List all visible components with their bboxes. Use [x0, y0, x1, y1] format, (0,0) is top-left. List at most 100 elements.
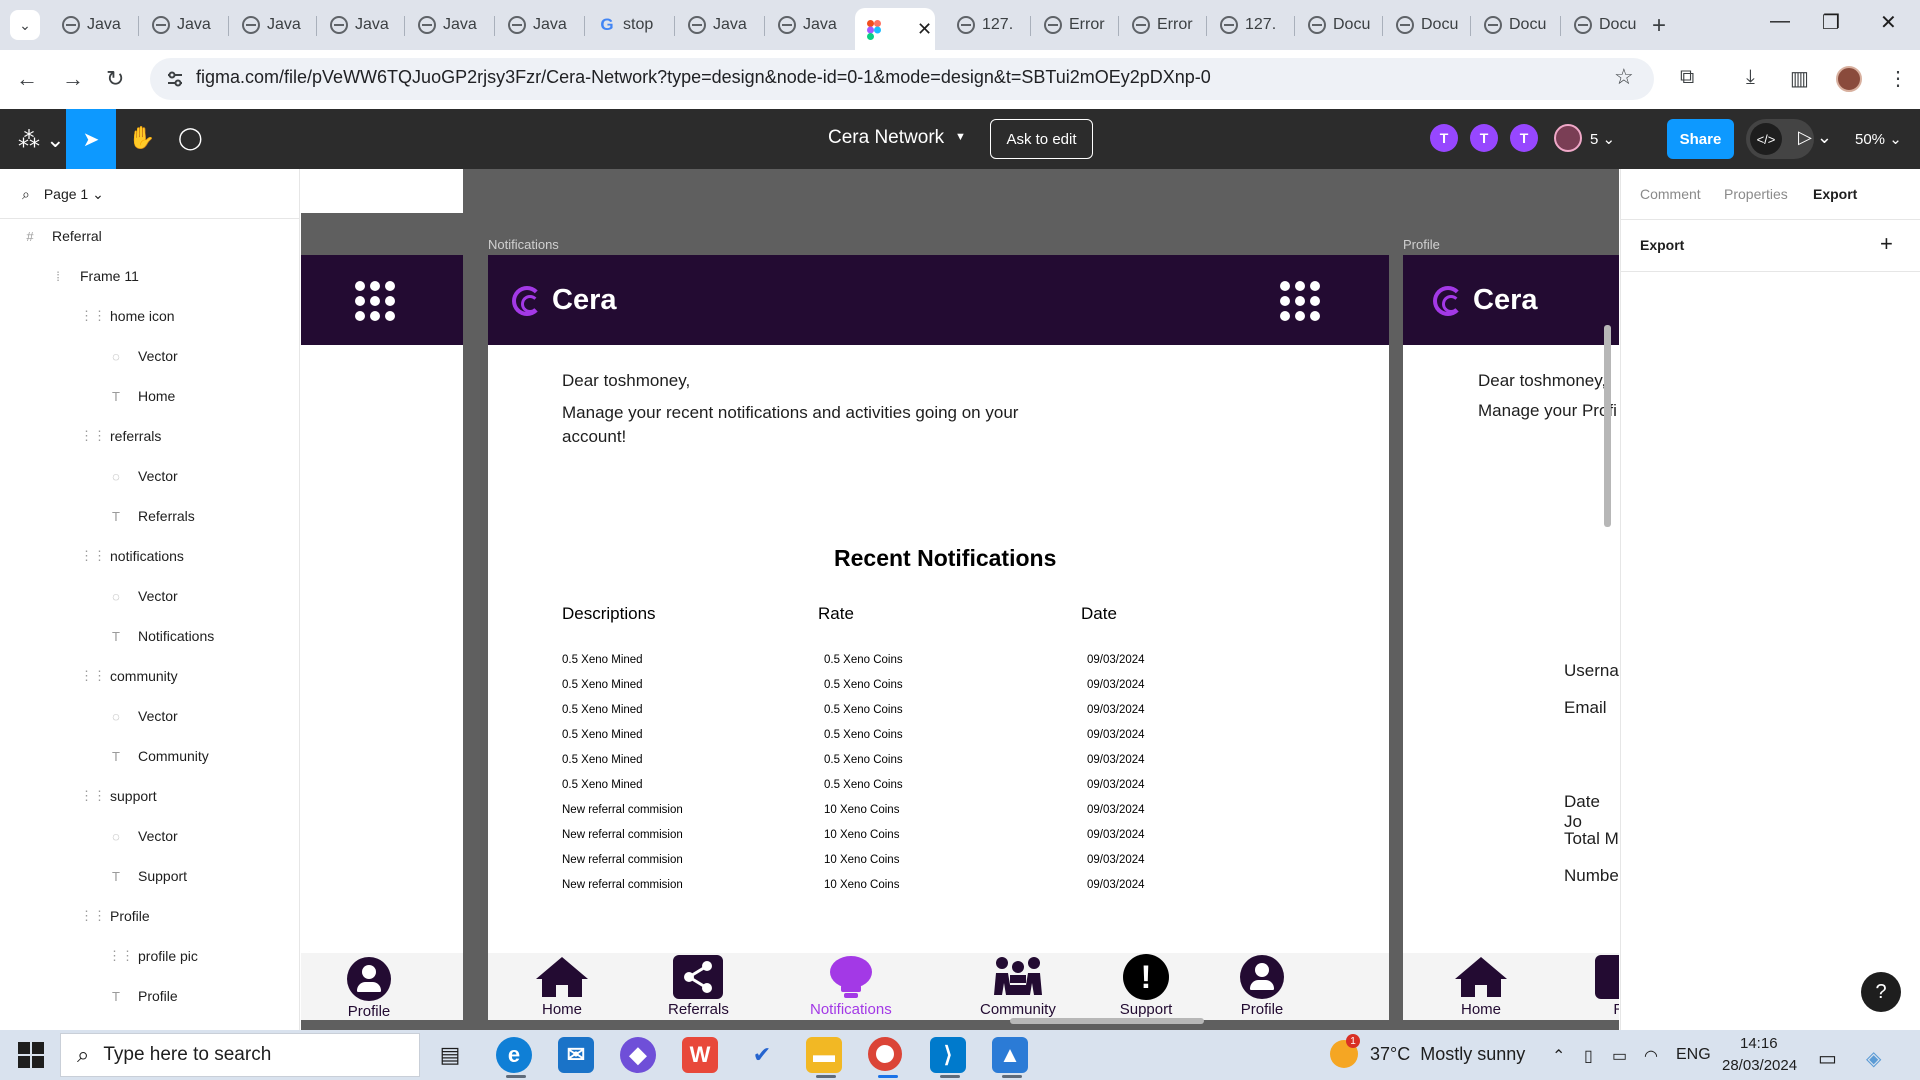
figma-main-menu-icon[interactable]: ⁂ ⌄ [18, 127, 65, 153]
taskbar-search-box[interactable]: ⌕ Type here to search [60, 1033, 420, 1077]
nav-home[interactable]: Home [534, 955, 590, 1018]
ask-to-edit-button[interactable]: Ask to edit [990, 119, 1093, 159]
hand-tool-icon[interactable]: ✋ [128, 125, 155, 151]
vscode-icon[interactable]: ⟩ [930, 1037, 966, 1073]
bookmark-star-icon[interactable]: ☆ [1614, 64, 1634, 90]
reload-button[interactable]: ↻ [106, 66, 124, 92]
copilot-icon[interactable]: ◆ [620, 1037, 656, 1073]
nav-support[interactable]: ! Support [1118, 954, 1174, 1018]
layer-row[interactable]: T Community [108, 748, 209, 764]
close-window-button[interactable]: ✕ [1880, 10, 1897, 35]
layer-row[interactable]: ◌ Vector [108, 828, 178, 844]
layer-row[interactable]: ◌ Vector [108, 588, 178, 604]
clock-time[interactable]: 14:16 [1740, 1035, 1778, 1052]
tab-search-button[interactable]: ⌄ [10, 10, 40, 40]
forward-button[interactable]: → [62, 66, 84, 92]
windows-start-icon[interactable] [18, 1042, 44, 1068]
profile-frame[interactable]: Cera Dear toshmoney, Manage your Profi U… [1403, 255, 1619, 1020]
clock-date[interactable]: 28/03/2024 [1722, 1057, 1797, 1074]
collaborator-avatar[interactable]: T [1430, 124, 1458, 152]
wps-office-icon[interactable]: W [682, 1037, 718, 1073]
copilot-tray-icon[interactable]: ◈ [1866, 1046, 1881, 1071]
tab-export[interactable]: Export [1813, 186, 1857, 202]
browser-tab[interactable]: Docu [1296, 8, 1380, 42]
chevron-up-icon[interactable]: ⌃ [1552, 1046, 1565, 1066]
layer-row[interactable]: ⋮⋮ notifications [80, 548, 184, 564]
close-tab-icon[interactable]: ✕ [917, 19, 932, 40]
browser-tab[interactable]: 127. [1208, 8, 1292, 42]
layer-row[interactable]: ⋮⋮ Profile [80, 908, 150, 924]
todo-icon[interactable]: ✔ [744, 1037, 780, 1073]
frame-label-notifications[interactable]: Notifications [488, 237, 559, 252]
task-view-icon[interactable]: ▤ [432, 1037, 468, 1073]
nav-referrals[interactable]: Referrals [668, 955, 729, 1018]
browser-tab[interactable]: Error [1032, 8, 1116, 42]
nav-referrals[interactable]: Re [1595, 955, 1619, 1018]
search-icon[interactable]: ⌕ [22, 186, 30, 203]
restore-button[interactable]: ❐ [1822, 10, 1840, 35]
layer-row[interactable]: T Home [108, 388, 175, 404]
file-explorer-icon[interactable]: ▬ [806, 1037, 842, 1073]
downloads-icon[interactable]: ⤓ [1746, 66, 1755, 89]
site-settings-icon[interactable] [166, 70, 184, 88]
tab-comment[interactable]: Comment [1640, 186, 1701, 202]
move-tool-icon[interactable]: ➤ [66, 109, 116, 169]
wifi-icon[interactable]: ◠ [1644, 1046, 1658, 1066]
extensions-icon[interactable]: ⧉ [1680, 66, 1694, 89]
side-panel-icon[interactable]: ▥ [1790, 66, 1809, 91]
collaborator-photo-avatar[interactable] [1554, 124, 1582, 152]
device-icon[interactable]: ▯ [1584, 1046, 1593, 1066]
back-button[interactable]: ← [16, 66, 38, 92]
new-tab-button[interactable]: + [1652, 12, 1666, 40]
layer-row[interactable]: ⋮⋮ profile pic [108, 948, 198, 964]
vertical-scrollbar[interactable] [1604, 325, 1611, 527]
browser-tab[interactable]: Java [406, 8, 490, 42]
chevron-down-icon[interactable]: ▼ [955, 131, 966, 143]
mail-icon[interactable]: ✉ [558, 1037, 594, 1073]
layer-row[interactable]: T Referrals [108, 508, 195, 524]
layer-row[interactable]: T Profile [108, 988, 178, 1004]
layer-row[interactable]: T Notifications [108, 628, 214, 644]
horizontal-scrollbar[interactable] [1010, 1018, 1204, 1024]
present-icon[interactable]: ▷ ⌄ [1798, 127, 1832, 148]
nav-profile[interactable]: Profile [341, 957, 397, 1020]
nav-profile[interactable]: Profile [1234, 955, 1290, 1018]
weather-widget[interactable]: 37°C Mostly sunny [1370, 1044, 1525, 1065]
layer-row[interactable]: T Support [108, 868, 187, 884]
browser-tab[interactable]: Docu [1472, 8, 1556, 42]
layer-row[interactable]: ◌ Vector [108, 468, 178, 484]
language-indicator[interactable]: ENG [1676, 1046, 1711, 1064]
browser-tab[interactable]: ✕ [855, 8, 935, 50]
collaborator-count[interactable]: 5 ⌄ [1590, 130, 1615, 148]
page-selector[interactable]: ⌕ Page 1 ⌄ [22, 186, 104, 203]
browser-tab[interactable]: Java [318, 8, 402, 42]
layer-row[interactable]: ⋮⋮ home icon [80, 308, 175, 324]
edge-icon[interactable]: e [496, 1037, 532, 1073]
nav-home[interactable]: Home [1453, 955, 1509, 1018]
battery-icon[interactable]: ▭ [1612, 1046, 1627, 1066]
profile-avatar[interactable] [1836, 66, 1862, 92]
layer-row[interactable]: ⋮⋮ community [80, 668, 178, 684]
url-text[interactable]: figma.com/file/pVeWW6TQJuoGP2rjsy3Fzr/Ce… [196, 67, 1211, 88]
tab-properties[interactable]: Properties [1724, 186, 1788, 202]
browser-tab[interactable]: Java [50, 8, 134, 42]
browser-tab[interactable]: Docu [1562, 8, 1646, 42]
add-export-button[interactable]: + [1880, 231, 1893, 257]
browser-tab[interactable]: Error [1120, 8, 1204, 42]
browser-tab[interactable]: Java [230, 8, 314, 42]
help-button[interactable]: ? [1861, 972, 1901, 1012]
browser-tab[interactable]: Java [496, 8, 580, 42]
notifications-frame[interactable]: Cera Dear toshmoney, Manage your recent … [488, 255, 1389, 1020]
referral-frame[interactable]: Profile [301, 255, 463, 1020]
browser-tab[interactable]: 127. [945, 8, 1029, 42]
file-title[interactable]: Cera Network [828, 127, 944, 149]
browser-tab[interactable]: Java [676, 8, 760, 42]
layer-row[interactable]: ⁞ Frame 11 [50, 268, 139, 284]
frame-label-profile[interactable]: Profile [1403, 237, 1440, 252]
photos-icon[interactable]: ▲ [992, 1037, 1028, 1073]
collaborator-avatar[interactable]: T [1470, 124, 1498, 152]
chrome-menu-icon[interactable]: ⋮ [1888, 66, 1908, 91]
browser-tab[interactable]: Docu [1384, 8, 1468, 42]
layer-row[interactable]: ◌ Vector [108, 708, 178, 724]
zoom-level[interactable]: 50% ⌄ [1855, 130, 1902, 148]
